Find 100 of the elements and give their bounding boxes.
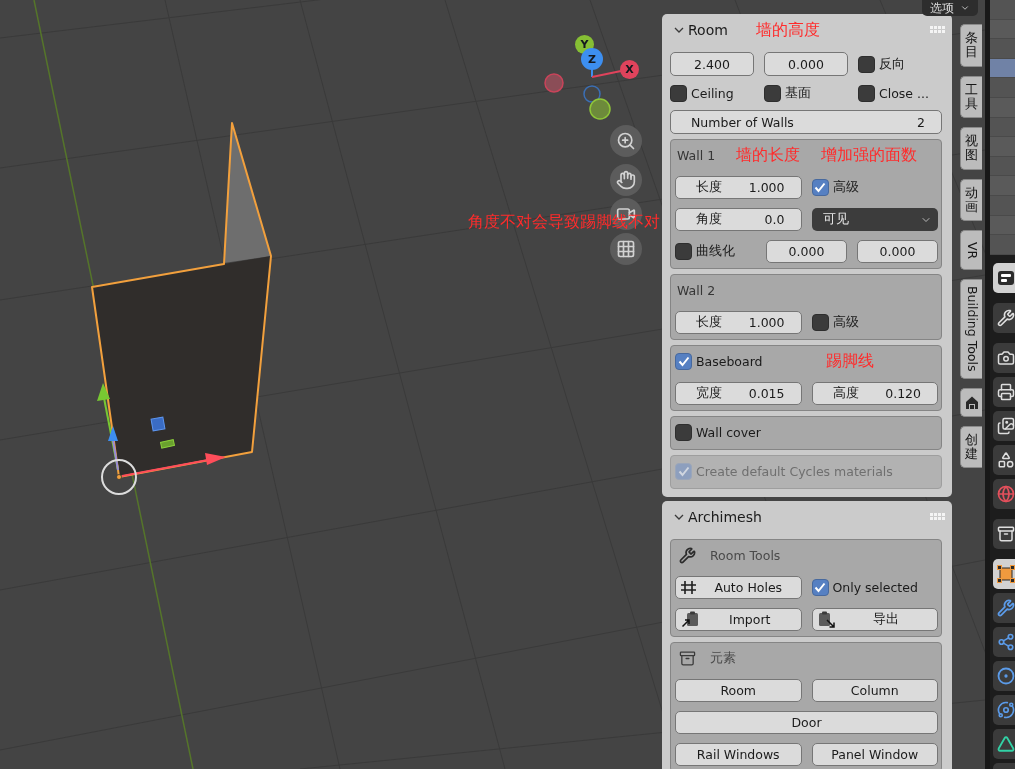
sidebar-tab[interactable]: 条目: [960, 24, 982, 67]
number-field[interactable]: 角度 0.0: [675, 208, 802, 231]
check-icon: [814, 182, 826, 193]
archive-icon: [679, 649, 696, 667]
zoom-button[interactable]: [610, 125, 642, 157]
checkbox-label: Only selected: [832, 580, 918, 595]
auto-holes-button[interactable]: Auto Holes: [675, 576, 802, 599]
checkbox-label: Close ...: [879, 85, 929, 101]
sidebar-tab[interactable]: Building Tools: [960, 279, 982, 379]
checkbox[interactable]: [675, 352, 692, 370]
panel-button[interactable]: Panel Window: [811, 743, 938, 766]
axis-circle-icon[interactable]: [583, 85, 601, 103]
property-tab[interactable]: [993, 263, 1015, 293]
number-field[interactable]: 0.000: [766, 240, 847, 263]
checkbox-label: 反向: [879, 55, 905, 73]
wrench-icon: [679, 546, 696, 564]
annotation-text: 踢脚线: [826, 353, 875, 369]
circle-dot-icon: [997, 667, 1015, 685]
checkbox[interactable]: [811, 314, 829, 331]
number-field[interactable]: 0.000: [764, 52, 848, 76]
wall-mesh[interactable]: [91, 122, 272, 478]
subpanel-title: Wall 1: [676, 147, 716, 163]
plane-handle[interactable]: [150, 416, 166, 432]
checkbox-label: 基面: [785, 84, 811, 102]
number-field[interactable]: 高度 0.120: [811, 382, 938, 405]
move-arrow[interactable]: [97, 383, 119, 471]
panel-button[interactable]: Rail Windows: [675, 743, 802, 766]
axis-handle[interactable]: Z: [581, 48, 603, 70]
panel-title: Room: [688, 21, 728, 38]
number-field[interactable]: 宽度 0.015: [675, 382, 802, 405]
number-field[interactable]: 2.400: [670, 52, 754, 76]
hash-icon: [681, 581, 696, 594]
export-button[interactable]: 导出: [811, 608, 938, 631]
sidebar-tab[interactable]: 视图: [960, 127, 982, 170]
clipboard-export-icon: [817, 611, 836, 628]
drag-handle-icon[interactable]: [930, 513, 945, 520]
checkbox-label: Create default Cycles materials: [696, 463, 893, 479]
sidebar-tab[interactable]: 创建: [960, 425, 982, 469]
number-field[interactable]: 0.000: [857, 240, 938, 263]
property-tab[interactable]: [993, 445, 1015, 475]
plane-handle[interactable]: [160, 439, 175, 449]
number-field[interactable]: 长度 1.000: [675, 176, 802, 199]
sidebar-tab[interactable]: [960, 387, 982, 417]
axis-handle[interactable]: X: [620, 60, 639, 79]
checkbox[interactable]: [764, 84, 781, 102]
move-arrow[interactable]: [121, 453, 226, 477]
number-field[interactable]: Number of Walls 2: [670, 110, 942, 134]
check-icon: [814, 582, 826, 593]
orbit-icon: [997, 701, 1015, 719]
sidebar-tab[interactable]: VR: [960, 230, 982, 271]
annotation-text: 角度不对会导致踢脚线不对: [468, 214, 660, 230]
options-dropdown[interactable]: 选项: [922, 0, 978, 16]
checkbox[interactable]: [670, 84, 687, 102]
property-tab[interactable]: [993, 303, 1015, 333]
number-field[interactable]: 长度 1.000: [675, 311, 802, 334]
annotation-text: 墙的长度: [736, 147, 801, 163]
property-tab[interactable]: [993, 343, 1015, 373]
subpanel-title: Room Tools: [709, 547, 781, 563]
property-tab[interactable]: [993, 377, 1015, 407]
checkbox-label: Wall cover: [696, 424, 761, 440]
panel-title: Archimesh: [688, 508, 762, 525]
chevron-down-icon: [960, 3, 970, 13]
wrench-icon: [997, 309, 1015, 327]
origin-marker-icon: [101, 459, 137, 495]
panel-button[interactable]: Room: [675, 679, 802, 702]
printer-icon: [997, 383, 1015, 401]
axis-circle-icon[interactable]: [589, 98, 611, 120]
property-tab[interactable]: [993, 519, 1015, 549]
drag-handle-icon[interactable]: [930, 26, 945, 33]
clipboard-import-icon: [681, 611, 699, 628]
checkbox[interactable]: [811, 579, 829, 596]
hand-icon: [616, 170, 636, 190]
archive-icon: [997, 525, 1015, 543]
sidebar-tab[interactable]: 工具: [960, 75, 982, 119]
property-tab[interactable]: [993, 729, 1015, 759]
grid-icon: [616, 239, 636, 259]
dropdown[interactable]: 可见: [811, 208, 938, 231]
check-icon: [677, 465, 690, 477]
pan-button[interactable]: [610, 164, 642, 196]
house-icon: [964, 394, 979, 410]
property-tab[interactable]: [993, 559, 1015, 589]
property-tab[interactable]: [993, 411, 1015, 441]
checkbox[interactable]: [675, 243, 692, 260]
projection-button[interactable]: [610, 233, 642, 265]
triangle-icon: [997, 735, 1015, 753]
checkbox[interactable]: [811, 179, 829, 196]
panel-button[interactable]: Door: [675, 711, 938, 734]
shapes-icon: [997, 451, 1015, 469]
sidebar-tab[interactable]: 动画: [960, 178, 982, 222]
checkbox[interactable]: [858, 55, 875, 73]
annotation-text: 增加强的面数: [821, 147, 918, 163]
check-icon: [677, 355, 690, 367]
checkbox[interactable]: [675, 423, 692, 441]
panel-button[interactable]: Column: [811, 679, 938, 702]
move-arrow[interactable]: [108, 426, 119, 471]
checkbox[interactable]: [858, 84, 875, 102]
globe-icon: [997, 485, 1015, 503]
import-button[interactable]: Import: [675, 608, 802, 631]
zoom-in-icon: [616, 131, 636, 151]
checkbox-label: Ceiling: [691, 85, 734, 101]
